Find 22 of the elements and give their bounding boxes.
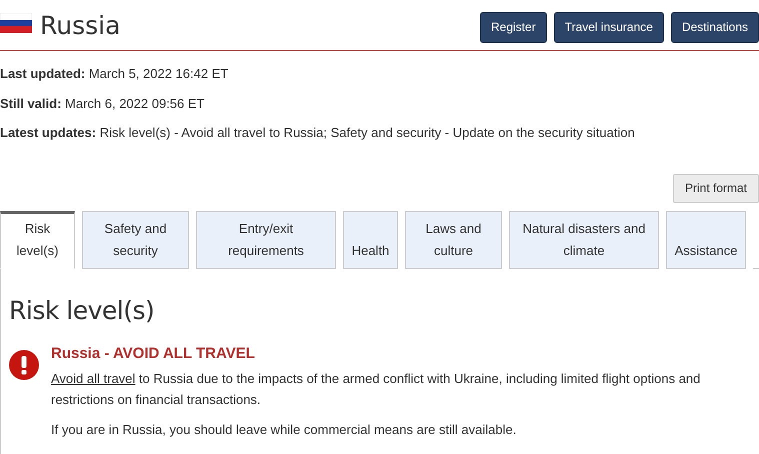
advisory-note: If you are in Russia, you should leave while commercial means are still available. bbox=[51, 420, 518, 439]
section-heading: Risk level(s) bbox=[9, 296, 156, 324]
tab[interactable]: Health bbox=[343, 210, 398, 268]
nav-button[interactable]: Destinations bbox=[670, 12, 759, 42]
advisory-title: Russia - AVOID ALL TRAVEL bbox=[51, 344, 256, 362]
nav-button[interactable]: Travel insurance bbox=[554, 12, 664, 42]
print-button[interactable]: Print format bbox=[672, 174, 759, 202]
advisory-text: Avoid all travel to Russia due to the impacts of the armed conflict with Ukraine, including limited flight options and restrictions on financial transactions. bbox=[51, 370, 702, 408]
meta-text: Still valid: March 6, 2022 09:56 ET bbox=[0, 94, 206, 112]
tab[interactable]: Natural disasters and climate bbox=[509, 210, 659, 268]
flag-icon bbox=[0, 13, 32, 33]
tab[interactable]: Entry/exit requirements bbox=[196, 210, 336, 268]
nav-button[interactable]: Register bbox=[480, 12, 547, 42]
meta-text: Last updated: March 5, 2022 16:42 ET bbox=[0, 65, 230, 83]
page-title: Russia bbox=[40, 10, 122, 40]
avoid-travel-link[interactable]: Avoid all travel bbox=[51, 370, 136, 386]
tab[interactable]: Risk level(s) bbox=[0, 210, 75, 268]
warning-icon bbox=[9, 350, 39, 380]
tab[interactable]: Assistance bbox=[666, 210, 746, 268]
tab[interactable]: Safety and security bbox=[82, 210, 189, 268]
meta-text: Latest updates: Risk level(s) - Avoid all travel to Russia; Safety and security - Update on the security situation bbox=[0, 124, 636, 142]
tab[interactable]: Laws and culture bbox=[405, 210, 502, 268]
